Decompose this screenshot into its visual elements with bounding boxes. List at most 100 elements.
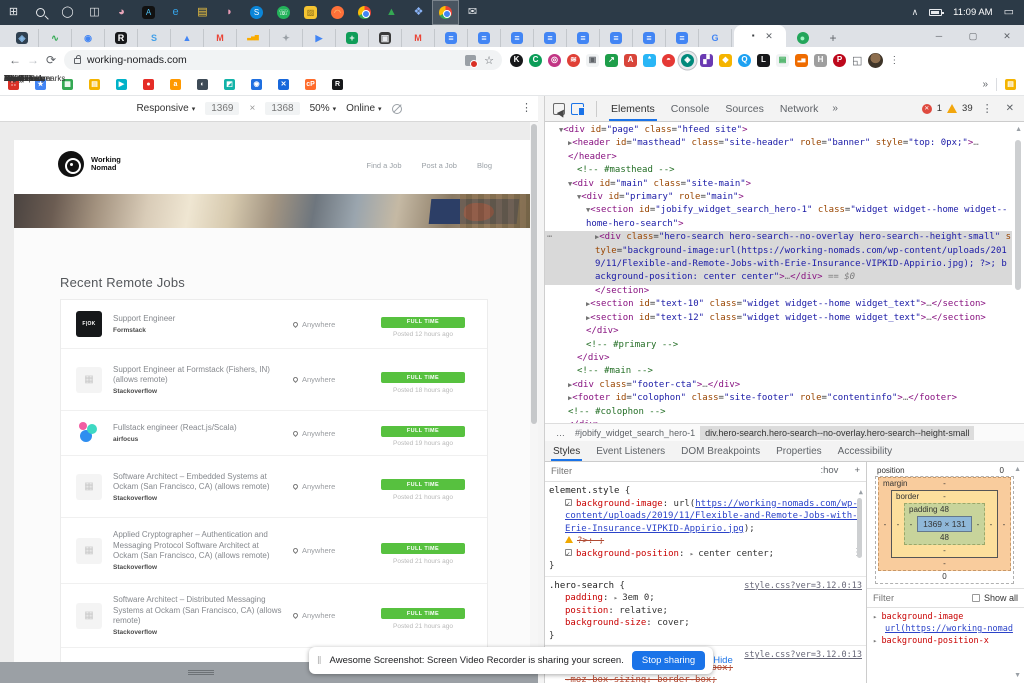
site-nav-link-2[interactable]: Blog [477, 161, 492, 170]
dom-node[interactable]: ▶<section id="text-10" class="widget wid… [545, 298, 1012, 311]
bookmark-alli-ai[interactable]: ◉Alli AI [251, 79, 262, 90]
ext-l-black-icon[interactable]: L [757, 54, 770, 67]
dom-node[interactable]: ▼<div id="page" class="hfeed site"> [545, 124, 1012, 137]
box-model[interactable]: margin - - border - - padding 48 [875, 476, 1014, 584]
computed-value-link[interactable]: url(https://working-nomad [873, 623, 1020, 635]
ext-flake-icon[interactable]: * [643, 54, 656, 67]
pinned-tab-sheets[interactable]: + [336, 29, 369, 47]
styles-scrollbar-thumb[interactable] [857, 498, 862, 558]
pinned-tab-doc[interactable]: ≡ [633, 29, 666, 47]
ext-k-icon[interactable]: K [510, 54, 523, 67]
css-property[interactable]: -moz-box-sizing: border-box; [549, 674, 862, 683]
pinned-tab-s[interactable]: S [138, 29, 171, 47]
styles-filter-input[interactable] [551, 466, 820, 477]
bookmark-cpanel[interactable]: cPcPanel [305, 79, 316, 90]
pinned-tab-doc[interactable]: ≡ [501, 29, 534, 47]
edge-browser-icon[interactable]: e [162, 0, 189, 25]
start-menu-icon[interactable]: ⊞ [0, 0, 27, 25]
ext-pick-red-icon[interactable]: A [624, 54, 637, 67]
stylesheet-link[interactable]: style.css?ver=3.12.0:13 [744, 580, 862, 593]
mail-icon[interactable]: ✉ [459, 0, 486, 25]
site-logo[interactable]: WorkingNomad [58, 151, 121, 177]
breadcrumb-item[interactable]: #jobify_widget_search_hero-1 [570, 426, 700, 440]
network-throttle-select[interactable]: Online [346, 103, 381, 114]
search-icon[interactable] [27, 0, 54, 25]
window-close-button[interactable]: ✕ [990, 25, 1024, 47]
new-tab-button[interactable]: + [821, 29, 845, 47]
job-row[interactable]: F|OKSupport EngineerFormstackAnywhereFUL… [61, 300, 487, 348]
bookmark-star-icon[interactable]: ☆ [484, 54, 494, 67]
pinned-tab-relaythat[interactable]: R [105, 29, 138, 47]
stop-sharing-button[interactable]: Stop sharing [632, 651, 705, 670]
bookmark-affiliate[interactable]: ▤affiliate [89, 79, 100, 90]
window-minimize-button[interactable]: ─ [922, 25, 956, 47]
ext-share-red-icon[interactable]: ≋ [567, 54, 580, 67]
dom-node[interactable]: ▼<section id="jobify_widget_search_hero-… [545, 204, 1012, 231]
node-menu-icon[interactable]: ⋯ [547, 231, 552, 244]
pinned-tab-ads[interactable]: ▲ [171, 29, 204, 47]
browser-menu-icon[interactable]: ⋮ [889, 55, 899, 66]
tab-console[interactable]: Console [663, 96, 718, 121]
url-text[interactable]: working-nomads.com [87, 54, 187, 66]
dom-node[interactable]: </div> [545, 352, 1012, 365]
computed-scroll-down-icon[interactable]: ▼ [1014, 672, 1021, 679]
dom-node[interactable]: <!-- #primary --> [545, 339, 1012, 352]
new-style-rule-button[interactable]: + [854, 465, 860, 478]
chrome-active-icon[interactable] [432, 0, 459, 25]
devtools-close-icon[interactable]: ✕ [1002, 103, 1018, 114]
pink-app-icon[interactable]: ◗ [216, 0, 243, 25]
css-property[interactable]: ?>: ; [549, 535, 862, 548]
job-row[interactable]: Software Architect – Embedded Systems at… [61, 455, 487, 517]
ext-c-green-icon[interactable]: C [529, 54, 542, 67]
ext-pinterest-icon[interactable]: P [833, 54, 846, 67]
dom-node[interactable]: ▶<section id="text-12" class="widget wid… [545, 312, 1012, 325]
battery-icon[interactable] [929, 9, 942, 16]
pinned-tab-doc[interactable]: ≡ [534, 29, 567, 47]
css-property[interactable]: background-image: url(https://working-no… [549, 498, 862, 536]
property-checkbox[interactable] [565, 499, 572, 506]
ext-doc-green-icon[interactable]: ▤ [776, 54, 789, 67]
dom-node[interactable]: ▼<div id="main" class="site-main"> [545, 178, 1012, 191]
skype-icon[interactable]: S [243, 0, 270, 25]
ext-h-gray-icon[interactable]: H [814, 54, 827, 67]
ext-crop-icon[interactable]: ▣ [586, 54, 599, 67]
tab-sources[interactable]: Sources [717, 96, 772, 121]
job-row[interactable]: Applied Cryptographer – Authentication a… [61, 517, 487, 583]
site-nav-link-0[interactable]: Find a Job [367, 161, 402, 170]
tray-expand-icon[interactable]: ∧ [912, 7, 919, 18]
firefox-icon[interactable]: ◠ [324, 0, 351, 25]
job-row[interactable]: Support Engineer at Formstack (Fishers, … [61, 348, 487, 410]
devtools-menu-icon[interactable]: ⋮ [978, 102, 997, 115]
breadcrumb-item[interactable]: div.hero-search.hero-search--no-overlay.… [700, 426, 974, 440]
tab-properties[interactable]: Properties [768, 441, 830, 461]
color-wheel-app-icon[interactable]: ◕ [108, 0, 135, 25]
page-scrollbar[interactable] [530, 122, 538, 662]
dom-node[interactable]: ⋯▶<div class="hero-search hero-search--n… [545, 231, 1012, 285]
pinned-tab-gmail[interactable]: M [204, 29, 237, 47]
file-explorer-icon[interactable]: ▤ [189, 0, 216, 25]
zoom-select[interactable]: 50% [310, 103, 337, 114]
pinned-tab-pointer[interactable]: ▶ [303, 29, 336, 47]
clock[interactable]: 11:09 AM [953, 7, 992, 18]
tab-network[interactable]: Network [772, 96, 827, 121]
dom-node[interactable]: ▶<footer id="colophon" class="site-foote… [545, 392, 1012, 405]
photos-app-icon[interactable]: ❖ [405, 0, 432, 25]
bookmark-confluence[interactable]: ✕Confluence [278, 79, 289, 90]
bookmarks-overflow-icon[interactable]: » [982, 79, 988, 90]
pinned-tab-doc[interactable]: ≡ [567, 29, 600, 47]
dom-node[interactable]: ▶<div class="footer-cta">…</div> [545, 379, 1012, 392]
styles-scroll-up-icon[interactable]: ▲ [859, 486, 863, 499]
show-all-checkbox[interactable] [972, 594, 980, 602]
css-property[interactable]: background-size: cover; [549, 617, 862, 630]
devtools-splitter[interactable] [538, 96, 545, 683]
pinned-tab-gray[interactable]: ✦ [270, 29, 303, 47]
dom-node[interactable]: ▶<header id="masthead" class="site-heade… [545, 137, 1012, 150]
cortana-icon[interactable]: ◯ [54, 0, 81, 25]
css-property[interactable]: padding: ▸ 3em 0; [549, 592, 862, 605]
tab-dom-breakpoints[interactable]: DOM Breakpoints [673, 441, 768, 461]
tab-close-icon[interactable]: ✕ [765, 31, 773, 42]
forward-button[interactable]: → [24, 53, 42, 67]
back-button[interactable]: ← [6, 53, 24, 67]
inspect-element-icon[interactable] [553, 103, 565, 115]
device-toolbar-menu-icon[interactable]: ⋮ [521, 101, 532, 114]
